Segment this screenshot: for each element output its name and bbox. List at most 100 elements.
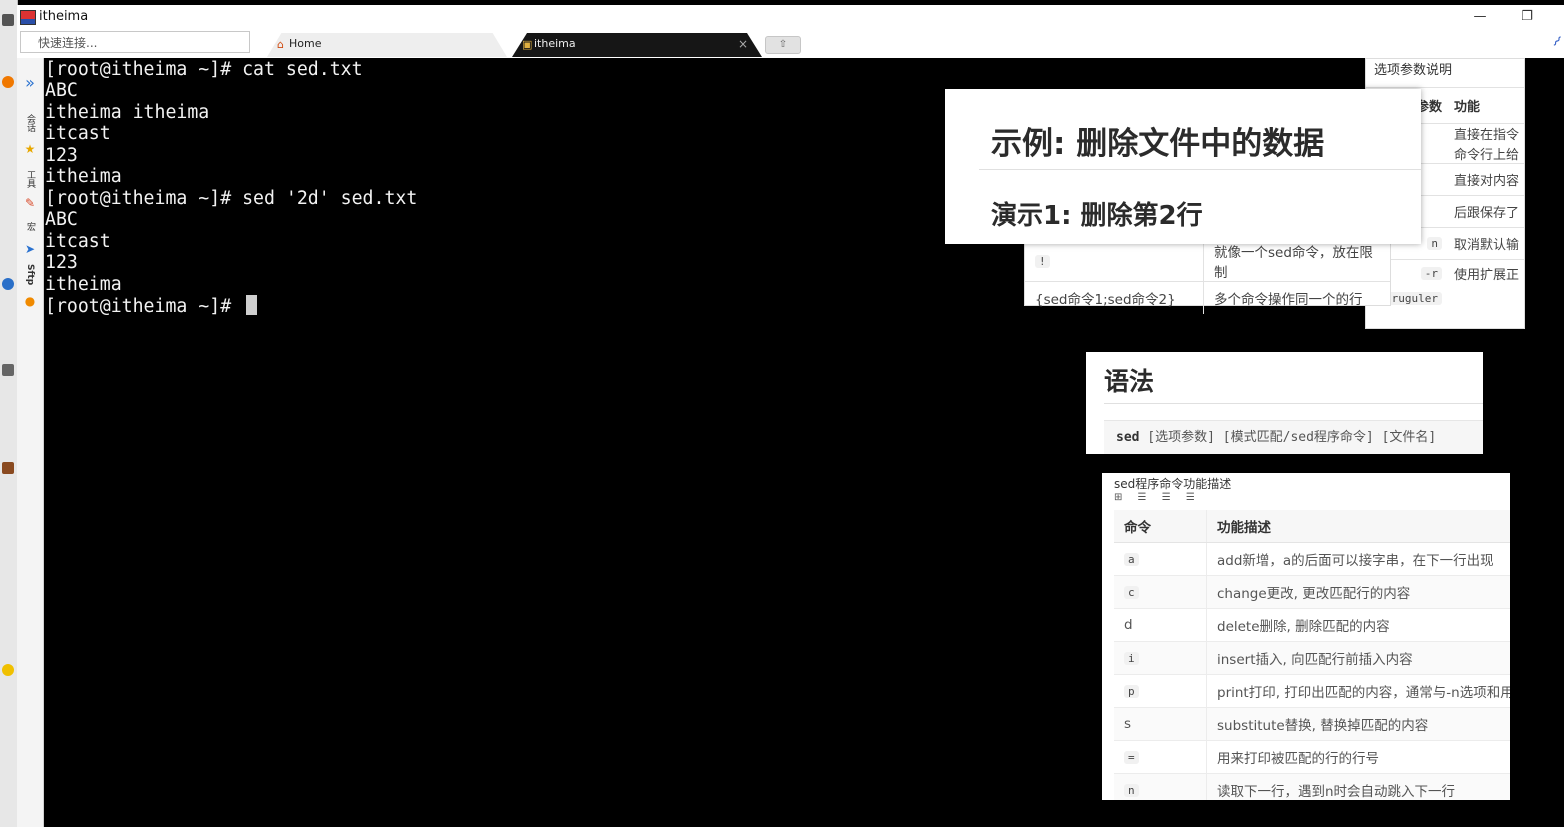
tools-tab[interactable]: 工具 bbox=[24, 170, 36, 188]
desktop-icon bbox=[2, 462, 14, 474]
minimize-button[interactable]: — bbox=[1465, 7, 1495, 27]
sed-command-code: i bbox=[1124, 652, 1139, 665]
sed-command-code: n bbox=[1124, 784, 1139, 797]
sed-command-desc: print打印, 打印出匹配的内容，通常与-n选项和用 bbox=[1206, 674, 1510, 708]
headline-subtitle: 演示1: 删除第2行 bbox=[991, 201, 1203, 231]
expand-icon[interactable]: » bbox=[20, 75, 40, 91]
options-cell: 使用扩展正 bbox=[1448, 259, 1524, 288]
table-toolbar[interactable]: ⊞ ☰ ☰ ☰ bbox=[1114, 492, 1201, 503]
commands-partial-table: ! 就像一个sed命令，放在限制 {sed命令1;sed命令2} 多个命令操作同… bbox=[1025, 241, 1390, 314]
table-row: p print打印, 打印出匹配的内容，通常与-n选项和用 bbox=[1114, 674, 1510, 708]
syntax-command: sed bbox=[1116, 430, 1140, 445]
terminal-line: itcast bbox=[45, 123, 111, 144]
table-row: i insert插入, 向匹配行前插入内容 bbox=[1114, 641, 1510, 675]
sed-command-cell: p bbox=[1114, 674, 1207, 708]
desktop-icon bbox=[2, 364, 14, 376]
divider bbox=[1104, 403, 1483, 404]
table-row: = 用来打印被匹配的行的行号 bbox=[1114, 740, 1510, 774]
sed-command-cell: c bbox=[1114, 575, 1207, 609]
app-root: itheima — ❐ 快速连接... ⌂ Home ▣ itheima × ⇧… bbox=[0, 0, 1564, 827]
star-icon[interactable]: ★ bbox=[20, 142, 40, 156]
terminal-line: itheima bbox=[45, 166, 122, 187]
sed-command-cell: a bbox=[1114, 542, 1207, 576]
option-code: n bbox=[1427, 237, 1442, 250]
desktop-icon bbox=[2, 76, 14, 88]
options-cell bbox=[1448, 288, 1524, 310]
sed-command-desc: delete删除, 删除匹配的内容 bbox=[1206, 608, 1510, 642]
command-cell: ! bbox=[1025, 241, 1204, 282]
new-tab-button[interactable]: ⇧ bbox=[765, 36, 801, 54]
terminal-cursor bbox=[246, 295, 258, 315]
options-cell: 直接对内容 bbox=[1448, 163, 1524, 196]
prompt-text: [root@itheima ~]# bbox=[45, 296, 243, 317]
sed-header-description: 功能描述 bbox=[1206, 510, 1510, 543]
terminal-line: [root@itheima ~]# sed '2d' sed.txt bbox=[45, 188, 418, 209]
maximize-button[interactable]: ❐ bbox=[1512, 7, 1542, 27]
table-row: a add新增，a的后面可以接字串，在下一行出现 bbox=[1114, 542, 1510, 576]
sed-command-code: = bbox=[1124, 751, 1139, 764]
sed-command-desc: substitute替换, 替换掉匹配的内容 bbox=[1206, 707, 1510, 741]
terminal-icon: ▣ bbox=[522, 38, 533, 51]
title-bar: itheima — ❐ bbox=[17, 5, 1564, 30]
close-tab-icon[interactable]: × bbox=[738, 33, 748, 55]
terminal-line: itcast bbox=[45, 231, 111, 252]
home-icon: ⌂ bbox=[277, 38, 284, 51]
tab-itheima[interactable]: ▣ itheima × bbox=[512, 33, 762, 57]
sed-command-cell: i bbox=[1114, 641, 1207, 675]
option-code: ruguler bbox=[1387, 292, 1442, 305]
tab-label: itheima bbox=[534, 37, 576, 50]
terminal-line: itheima itheima bbox=[45, 102, 210, 123]
app-icon bbox=[20, 10, 36, 25]
terminal-line: itheima bbox=[45, 274, 122, 295]
window-title: itheima bbox=[39, 9, 89, 24]
sed-commands-caption: sed程序命令功能描述 bbox=[1114, 477, 1232, 491]
tab-label: Home bbox=[289, 37, 322, 50]
syntax-args: [选项参数] [模式匹配/sed程序命令] [文件名] bbox=[1139, 430, 1437, 445]
divider bbox=[979, 169, 1421, 170]
macros-tab[interactable]: 宏 bbox=[24, 222, 36, 231]
sed-header-command: 命令 bbox=[1114, 510, 1207, 543]
side-toolbar: » 会话 ★ 工具 ✎ 宏 ➤ Sftp ● bbox=[17, 58, 44, 827]
command-desc: 多个命令操作同一个的行 bbox=[1203, 281, 1390, 314]
table-row: d delete删除, 删除匹配的内容 bbox=[1114, 608, 1510, 642]
sed-commands-table: 命令 功能描述 a add新增，a的后面可以接字串，在下一行出现 c change更… bbox=[1114, 510, 1510, 800]
sed-command-cell: n bbox=[1114, 773, 1207, 800]
options-caption: 选项参数说明 bbox=[1374, 63, 1453, 78]
sed-command-code: c bbox=[1124, 586, 1139, 599]
sed-command-desc: 用来打印被匹配的行的行号 bbox=[1206, 740, 1510, 774]
options-cell: 直接在指令 bbox=[1448, 123, 1524, 144]
syntax-card: 语法 sed [选项参数] [模式匹配/sed程序命令] [文件名] bbox=[1086, 352, 1483, 454]
sed-command-desc: add新增，a的后面可以接字串，在下一行出现 bbox=[1206, 542, 1510, 576]
sed-command-desc: change更改, 更改匹配行的内容 bbox=[1206, 575, 1510, 609]
sessions-tab[interactable]: 会话 bbox=[24, 114, 36, 132]
sed-command-cell: d bbox=[1114, 608, 1207, 642]
tab-home[interactable]: ⌂ Home bbox=[267, 33, 507, 57]
terminal-line: ABC bbox=[45, 80, 78, 101]
table-row: c change更改, 更改匹配行的内容 bbox=[1114, 575, 1510, 609]
options-cell: 后跟保存了 bbox=[1448, 195, 1524, 228]
desktop-icon bbox=[2, 664, 14, 676]
sftp-icon[interactable]: ● bbox=[20, 294, 40, 308]
option-code: -r bbox=[1420, 267, 1442, 281]
command-desc: 就像一个sed命令，放在限制 bbox=[1214, 245, 1373, 281]
sed-commands-card: sed程序命令功能描述 ⊞ ☰ ☰ ☰ 命令 功能描述 a add新增，a的后面可… bbox=[1102, 473, 1510, 800]
paperclip-icon[interactable]: ⌇ bbox=[1549, 34, 1564, 51]
tab-bar: 快速连接... ⌂ Home ▣ itheima × ⇧ ⌇ bbox=[17, 30, 1564, 58]
syntax-code: sed [选项参数] [模式匹配/sed程序命令] [文件名] bbox=[1104, 420, 1483, 454]
quick-connect-input[interactable]: 快速连接... bbox=[20, 31, 250, 53]
commands-partial-card: ! 就像一个sed命令，放在限制 {sed命令1;sed命令2} 多个命令操作同… bbox=[1024, 240, 1391, 314]
sed-command-code: p bbox=[1124, 685, 1139, 698]
desktop-icon bbox=[2, 278, 14, 290]
sed-command-cell: s bbox=[1114, 707, 1207, 741]
terminal-line: 123 bbox=[45, 252, 78, 273]
tools-icon[interactable]: ✎ bbox=[20, 196, 40, 210]
desktop-icon bbox=[2, 14, 14, 26]
options-header-function: 功能 bbox=[1448, 87, 1524, 124]
desktop-edge bbox=[0, 0, 18, 827]
sftp-tab[interactable]: Sftp bbox=[24, 264, 36, 285]
command-cell: {sed命令1;sed命令2} bbox=[1025, 281, 1204, 314]
headline-title: 示例: 删除文件中的数据 bbox=[991, 126, 1325, 162]
terminal-prompt-line: [root@itheima ~]# bbox=[45, 295, 258, 317]
send-icon[interactable]: ➤ bbox=[20, 242, 40, 256]
sed-command-desc: 读取下一行，遇到n时会自动跳入下一行 bbox=[1206, 773, 1510, 800]
